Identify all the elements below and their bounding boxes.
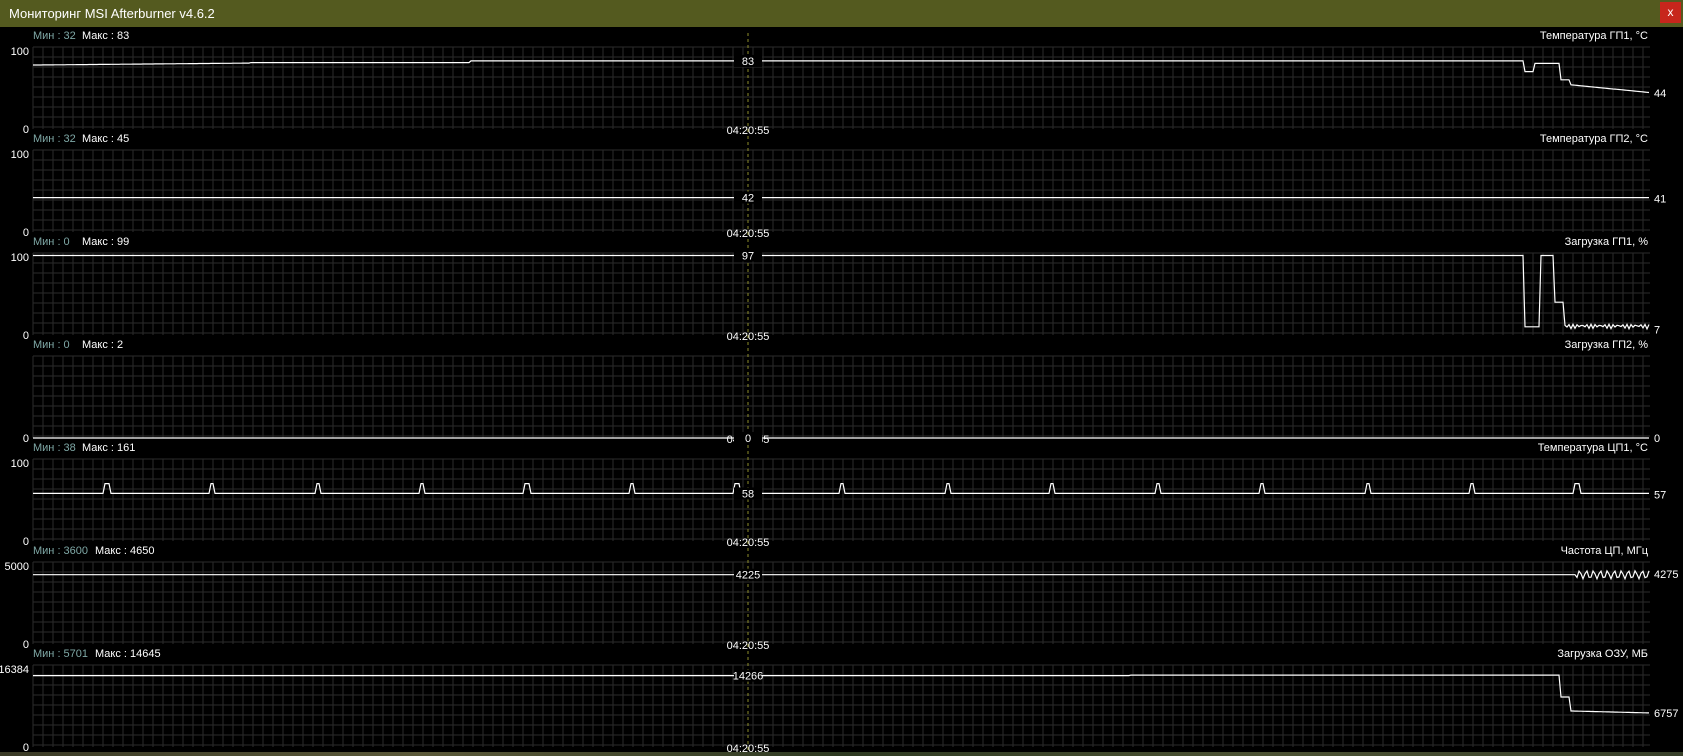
- graph-title: Загрузка ГП2, %: [1565, 339, 1649, 351]
- cursor-value: 42: [742, 193, 754, 205]
- graph-title: Загрузка ОЗУ, МБ: [1557, 648, 1648, 660]
- graph-min-label: Мин : 0: [33, 236, 70, 248]
- axis-max-label: 100: [11, 149, 29, 161]
- last-value: 6757: [1654, 708, 1678, 720]
- graph-max-label: Макс : 45: [82, 133, 129, 145]
- cursor-value: 58: [742, 488, 754, 500]
- last-value: 7: [1654, 324, 1660, 336]
- graph-min-label: Мин : 32: [33, 133, 76, 145]
- axis-min-label: 0: [23, 433, 29, 445]
- axis-min-label: 0: [23, 536, 29, 548]
- graph-min-label: Мин : 0: [33, 339, 70, 351]
- graph-trace[interactable]: [33, 254, 1650, 331]
- graph-max-label: Макс : 4650: [95, 545, 154, 557]
- graph-title: Температура ЦП1, °С: [1538, 442, 1648, 454]
- axis-min-label: 0: [23, 124, 29, 136]
- graph-title: Загрузка ГП1, %: [1565, 236, 1649, 248]
- graph-title: Температура ГП1, °С: [1540, 30, 1648, 42]
- cursor-value: 4225: [736, 570, 760, 582]
- graphs-canvas[interactable]: Мин : 32 Макс : 83 Температура ГП1, °С 100 0…: [0, 27, 1683, 756]
- cursor-value: 83: [742, 56, 754, 68]
- monitoring-graphs[interactable]: Мин : 32 Макс : 83 Температура ГП1, °С 100 0…: [0, 27, 1683, 756]
- axis-min-label: 0: [23, 639, 29, 651]
- last-value: 44: [1654, 88, 1666, 100]
- graph-max-label: Макс : 2: [82, 339, 123, 351]
- axis-max-label: 100: [11, 458, 29, 470]
- axis-min-label: 0: [23, 330, 29, 342]
- window-title: Мониторинг MSI Afterburner v4.6.2: [9, 6, 215, 21]
- window-bottom-edge: [0, 752, 1683, 756]
- last-value: 57: [1654, 489, 1666, 501]
- cursor-value: 14266: [733, 671, 764, 683]
- axis-min-label: 0: [23, 227, 29, 239]
- last-value: 41: [1654, 193, 1666, 205]
- close-button[interactable]: x: [1660, 2, 1681, 23]
- graph-trace[interactable]: [33, 674, 1649, 714]
- last-value: 0: [1654, 433, 1660, 445]
- graph-max-label: Макс : 161: [82, 442, 135, 454]
- cursor-time-label: 04:20:55: [727, 331, 770, 343]
- cursor-time-label: 04:20:55: [727, 640, 770, 652]
- graph-min-label: Мин : 38: [33, 442, 76, 454]
- cursor-time-label: 04:20:55: [727, 228, 770, 240]
- graph-max-label: Макс : 14645: [95, 648, 161, 660]
- cursor-value: 0: [745, 433, 751, 445]
- graph-title: Температура ГП2, °С: [1540, 133, 1648, 145]
- graph-min-label: Мин : 32: [33, 30, 76, 42]
- cursor-time-label: 04:20:55: [727, 125, 770, 137]
- graph-max-label: Макс : 83: [82, 30, 129, 42]
- graph-min-label: Мин : 3600: [33, 545, 88, 557]
- axis-max-label: 100: [11, 252, 29, 264]
- cursor-time-label: 04:20:55: [727, 537, 770, 549]
- cursor-value: 97: [742, 250, 754, 262]
- graph-title: Частота ЦП, МГц: [1561, 545, 1649, 557]
- title-bar: Мониторинг MSI Afterburner v4.6.2 x: [0, 0, 1683, 27]
- graph-min-label: Мин : 5701: [33, 648, 88, 660]
- axis-max-label: 5000: [5, 561, 29, 573]
- axis-max-label: 100: [11, 46, 29, 58]
- axis-max-label: 16384: [0, 664, 29, 676]
- last-value: 4275: [1654, 569, 1678, 581]
- graph-max-label: Макс : 99: [82, 236, 129, 248]
